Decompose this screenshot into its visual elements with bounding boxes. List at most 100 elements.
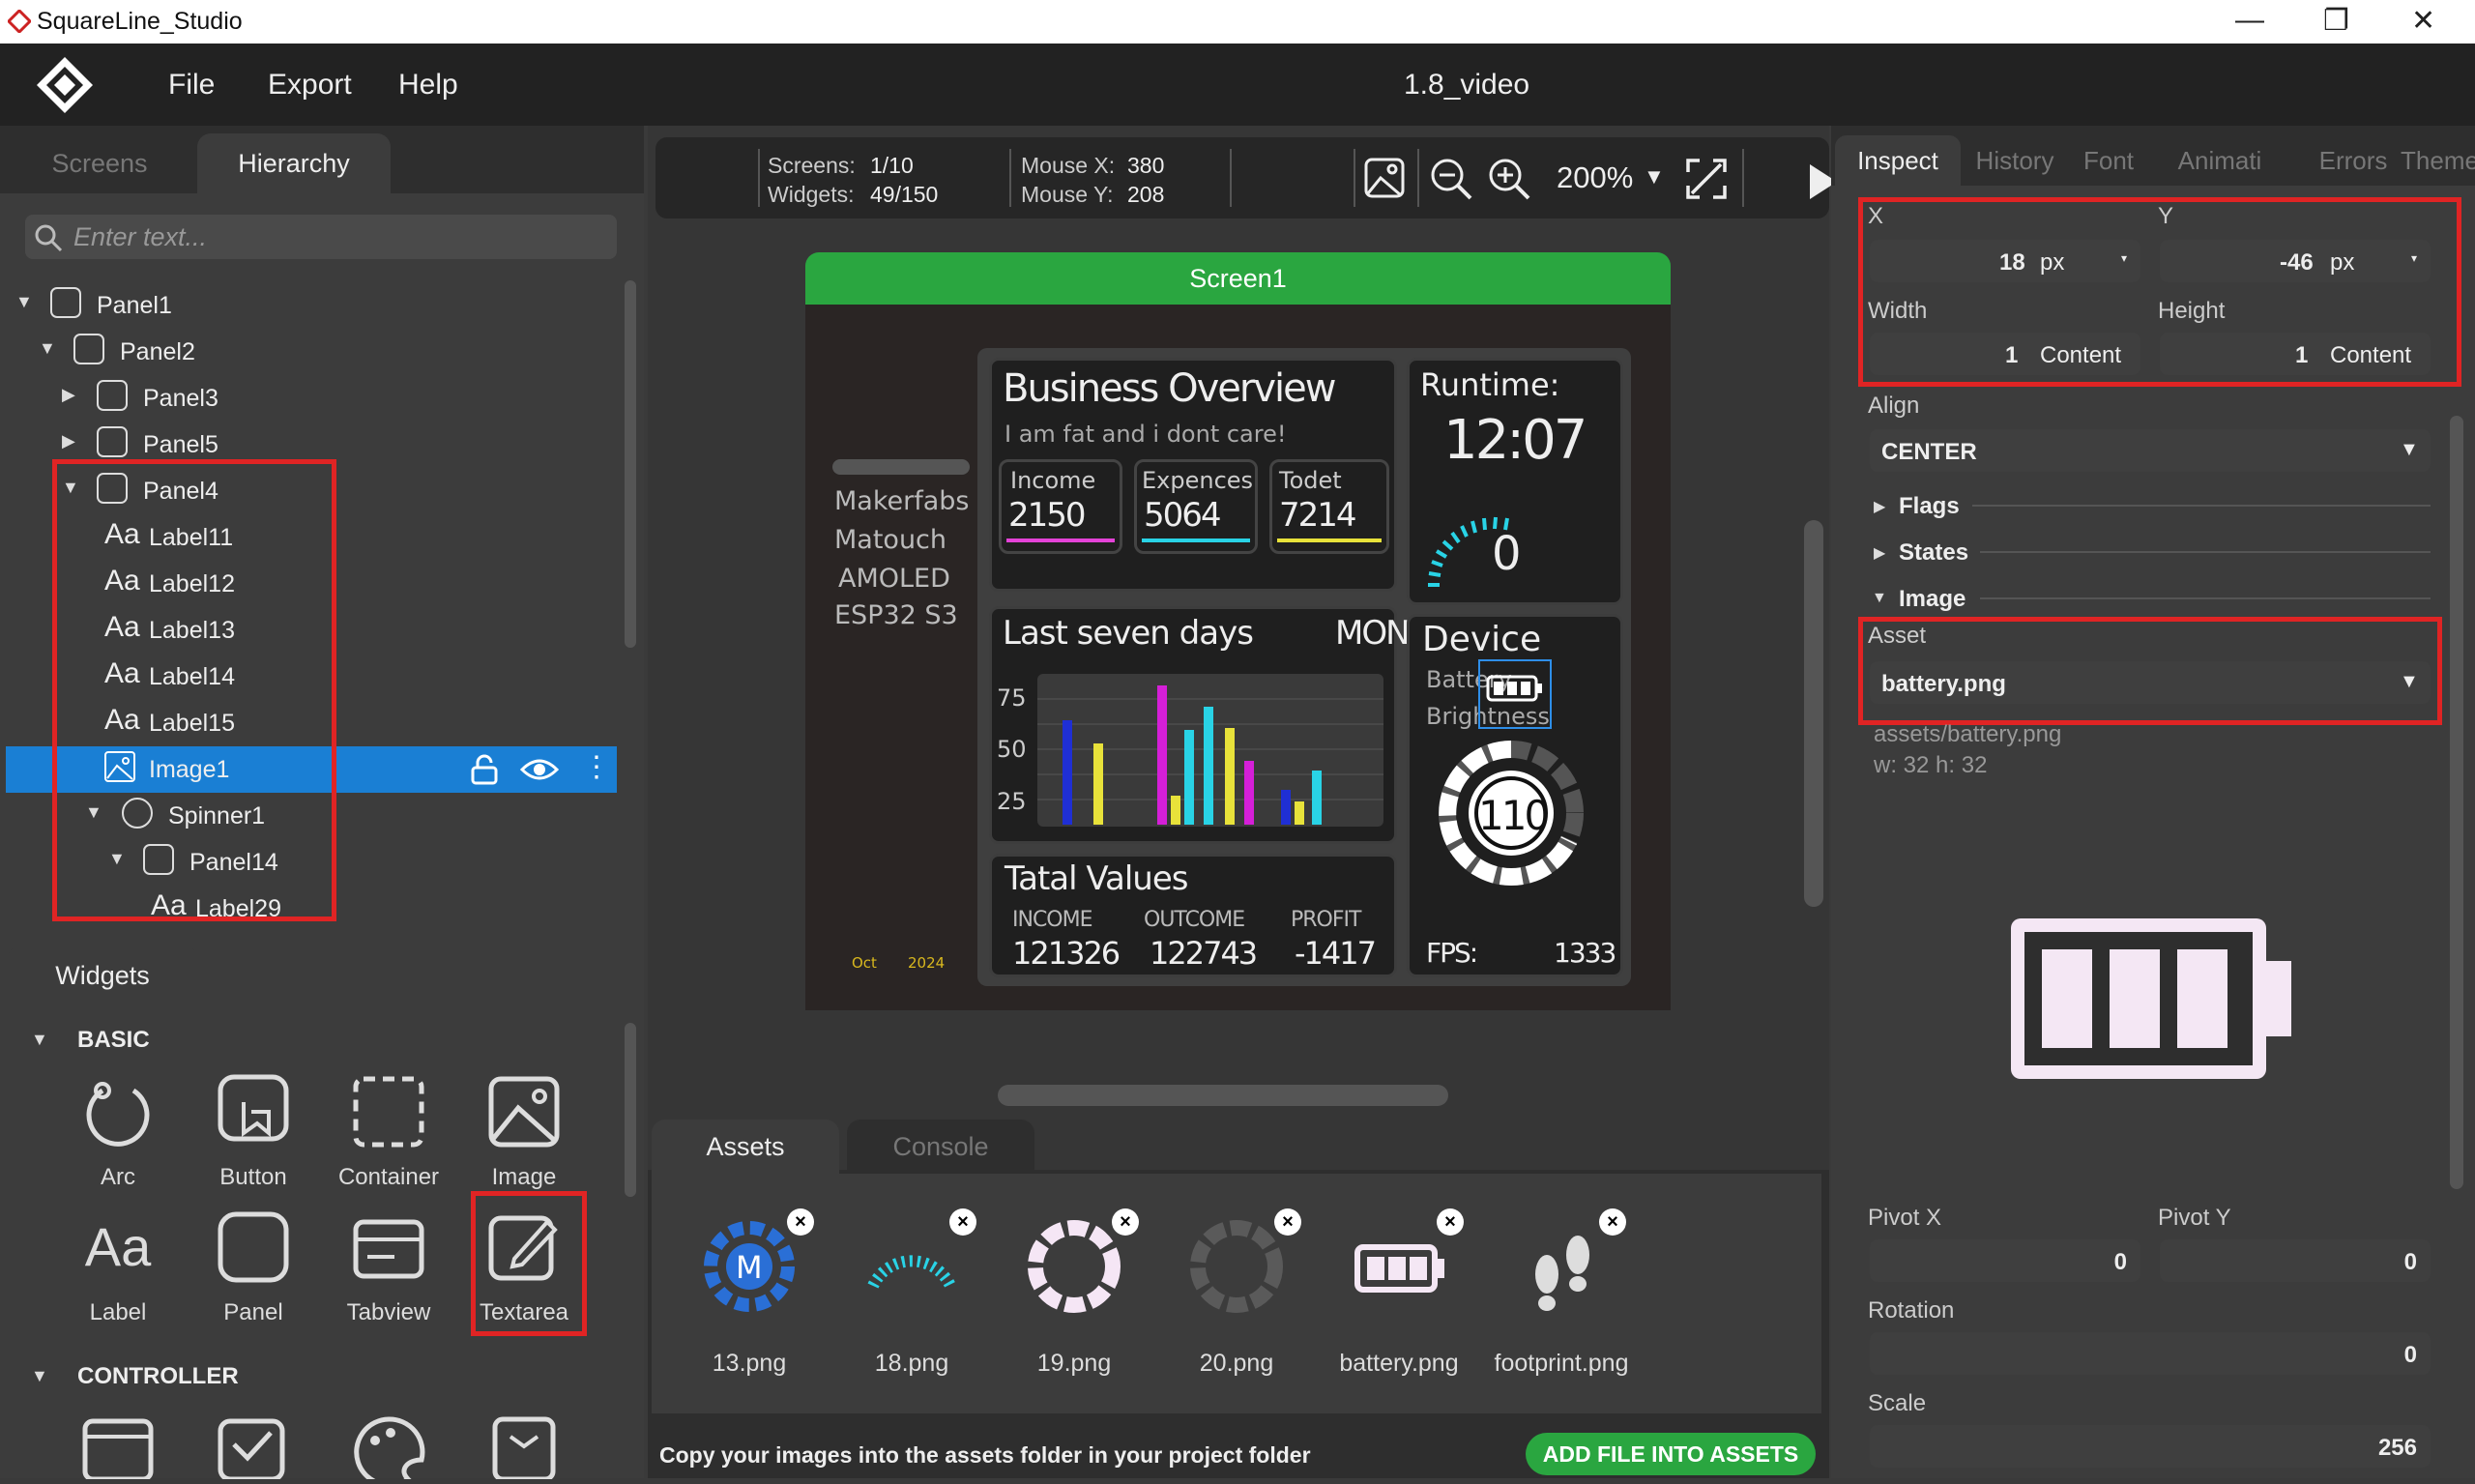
expand-arrow-icon[interactable]: ▶ — [62, 385, 75, 405]
x-unit-dropdown-icon[interactable]: ▾ — [2121, 251, 2127, 265]
asset-item[interactable]: × 19.png — [992, 1208, 1156, 1402]
menu-help[interactable]: Help — [398, 69, 458, 102]
align-select[interactable]: CENTER ▼ — [1870, 429, 2431, 472]
screen-canvas[interactable]: Makerfabs Matouch AMOLED ESP32 S3 Oct 20… — [805, 305, 1671, 1010]
visibility-eye-icon[interactable] — [519, 756, 560, 790]
expand-arrow-icon[interactable]: ▼ — [39, 338, 56, 359]
controller-collapse-icon[interactable]: ▼ — [31, 1366, 48, 1386]
menu-file[interactable]: File — [168, 69, 215, 102]
scale-field[interactable]: 256 — [1870, 1425, 2431, 1468]
states-expand-icon[interactable]: ▶ — [1874, 543, 1885, 563]
maximize-button[interactable]: ❐ — [2323, 4, 2349, 38]
squareline-logo-icon[interactable] — [33, 53, 97, 117]
tab-hierarchy[interactable]: Hierarchy — [197, 133, 391, 193]
widget-tabview[interactable]: Tabview — [321, 1208, 456, 1334]
zoom-level[interactable]: 200% — [1557, 160, 1633, 195]
asset-item[interactable]: × 20.png — [1154, 1208, 1319, 1402]
y-unit-dropdown-icon[interactable]: ▾ — [2411, 251, 2417, 265]
remove-asset-icon[interactable]: × — [949, 1208, 976, 1236]
controller-heading: CONTROLLER — [77, 1363, 239, 1389]
tab-font[interactable]: Font — [2067, 135, 2150, 186]
colorwheel-icon[interactable] — [350, 1411, 427, 1484]
widget-button[interactable]: Button — [186, 1073, 321, 1199]
tab-screens[interactable]: Screens — [8, 133, 191, 193]
tab-console[interactable]: Console — [847, 1120, 1034, 1174]
tree-item-label: Panel2 — [120, 338, 195, 365]
tab-errors[interactable]: Errors — [2289, 135, 2417, 186]
pivot-y-field[interactable]: 0 — [2160, 1239, 2431, 1282]
mouse-y-value: 208 — [1127, 182, 1165, 207]
menu-export[interactable]: Export — [268, 69, 352, 102]
search-input[interactable]: Enter text... — [25, 215, 617, 259]
widget-textarea[interactable]: Textarea — [456, 1208, 592, 1334]
asset-item[interactable]: × battery.png — [1317, 1208, 1481, 1402]
widget-container[interactable]: Container — [321, 1073, 456, 1199]
inspector-scrollbar[interactable] — [2450, 416, 2463, 1189]
pivot-x-field[interactable]: 0 — [1870, 1239, 2140, 1282]
widget-image[interactable]: Image — [456, 1073, 592, 1199]
image-collapse-icon[interactable]: ▼ — [1872, 590, 1887, 607]
zoom-in-icon[interactable] — [1487, 157, 1531, 206]
flags-section[interactable]: Flags — [1899, 493, 1960, 520]
lock-icon[interactable] — [470, 754, 499, 792]
tree-item-panel2[interactable]: ▼ Panel2 — [0, 329, 638, 375]
widgets-count-value: 49/150 — [870, 182, 939, 207]
calendar-icon[interactable] — [79, 1411, 157, 1484]
asset-item[interactable]: M × 13.png — [667, 1208, 831, 1402]
background-image-icon[interactable] — [1363, 157, 1406, 204]
asset-item[interactable]: × footprint.png — [1479, 1208, 1644, 1402]
screen-header[interactable]: Screen1 — [805, 252, 1671, 305]
widget-label[interactable]: Aa Label — [50, 1208, 186, 1334]
widgets-scrollbar[interactable] — [625, 1023, 636, 1197]
canvas-vscrollbar[interactable] — [1804, 520, 1823, 907]
runtime-value: 12:07 — [1443, 409, 1587, 472]
asset-select[interactable]: battery.png ▼ — [1870, 661, 2431, 704]
remove-asset-icon[interactable]: × — [1599, 1208, 1626, 1236]
more-options-icon[interactable]: ⋮ — [582, 750, 611, 784]
tree-item-panel3[interactable]: ▶ Panel3 — [0, 375, 638, 422]
expand-arrow-icon[interactable]: ▶ — [62, 431, 75, 451]
tab-widgets[interactable]: Widgets — [8, 946, 197, 1005]
tab-inspect[interactable]: Inspect — [1835, 135, 1961, 186]
expand-arrow-icon[interactable]: ▼ — [15, 292, 33, 312]
align-dropdown-icon[interactable]: ▼ — [2400, 439, 2419, 461]
height-field[interactable]: 1 Content — [2160, 333, 2431, 375]
zoom-out-icon[interactable] — [1429, 157, 1473, 206]
y-field[interactable]: -46 px ▾ — [2160, 240, 2431, 282]
tab-animati[interactable]: Animati — [2150, 135, 2289, 186]
panel-icon — [73, 334, 104, 364]
minimize-button[interactable]: — — [2235, 4, 2264, 37]
add-file-button[interactable]: ADD FILE INTO ASSETS — [1526, 1433, 1816, 1475]
x-field[interactable]: 18 px ▾ — [1870, 240, 2140, 282]
remove-asset-icon[interactable]: × — [787, 1208, 814, 1236]
canvas-hscrollbar[interactable] — [998, 1085, 1448, 1106]
image-section[interactable]: Image — [1899, 586, 1965, 613]
remove-asset-icon[interactable]: × — [1274, 1208, 1301, 1236]
asset-dropdown-icon[interactable]: ▼ — [2400, 671, 2419, 693]
basic-collapse-icon[interactable]: ▼ — [31, 1030, 48, 1050]
states-section[interactable]: States — [1899, 539, 1968, 567]
close-button[interactable]: ✕ — [2411, 4, 2435, 38]
tree-item-panel1[interactable]: ▼ Panel1 — [0, 282, 638, 329]
asset-item[interactable]: × 18.png — [830, 1208, 994, 1402]
chart-title: Last seven days — [1003, 614, 1254, 653]
width-field[interactable]: 1 Content — [1870, 333, 2140, 375]
left-panel: Screens Hierarchy Enter text... ▼ Panel1 ▼… — [0, 126, 644, 1484]
widget-panel[interactable]: Panel — [186, 1208, 321, 1334]
tab-themes[interactable]: Themes — [2401, 135, 2475, 186]
checkbox-icon[interactable] — [215, 1411, 292, 1484]
tab-history[interactable]: History — [1963, 135, 2067, 186]
fit-screen-icon[interactable] — [1684, 157, 1729, 206]
tab-assets[interactable]: Assets — [652, 1120, 839, 1174]
rotation-field[interactable]: 0 — [1870, 1332, 2431, 1375]
menu-bar: File Export Help 1.8_video — [0, 44, 2475, 126]
zoom-dropdown-icon[interactable]: ▼ — [1644, 164, 1665, 189]
dropdown-icon[interactable] — [485, 1411, 563, 1484]
flags-expand-icon[interactable]: ▶ — [1874, 497, 1885, 516]
tree-scrollbar[interactable] — [625, 280, 636, 648]
widget-arc[interactable]: Arc — [50, 1073, 186, 1199]
panel-icon — [97, 426, 128, 457]
remove-asset-icon[interactable]: × — [1437, 1208, 1464, 1236]
device-title: Device — [1422, 620, 1542, 659]
remove-asset-icon[interactable]: × — [1112, 1208, 1139, 1236]
